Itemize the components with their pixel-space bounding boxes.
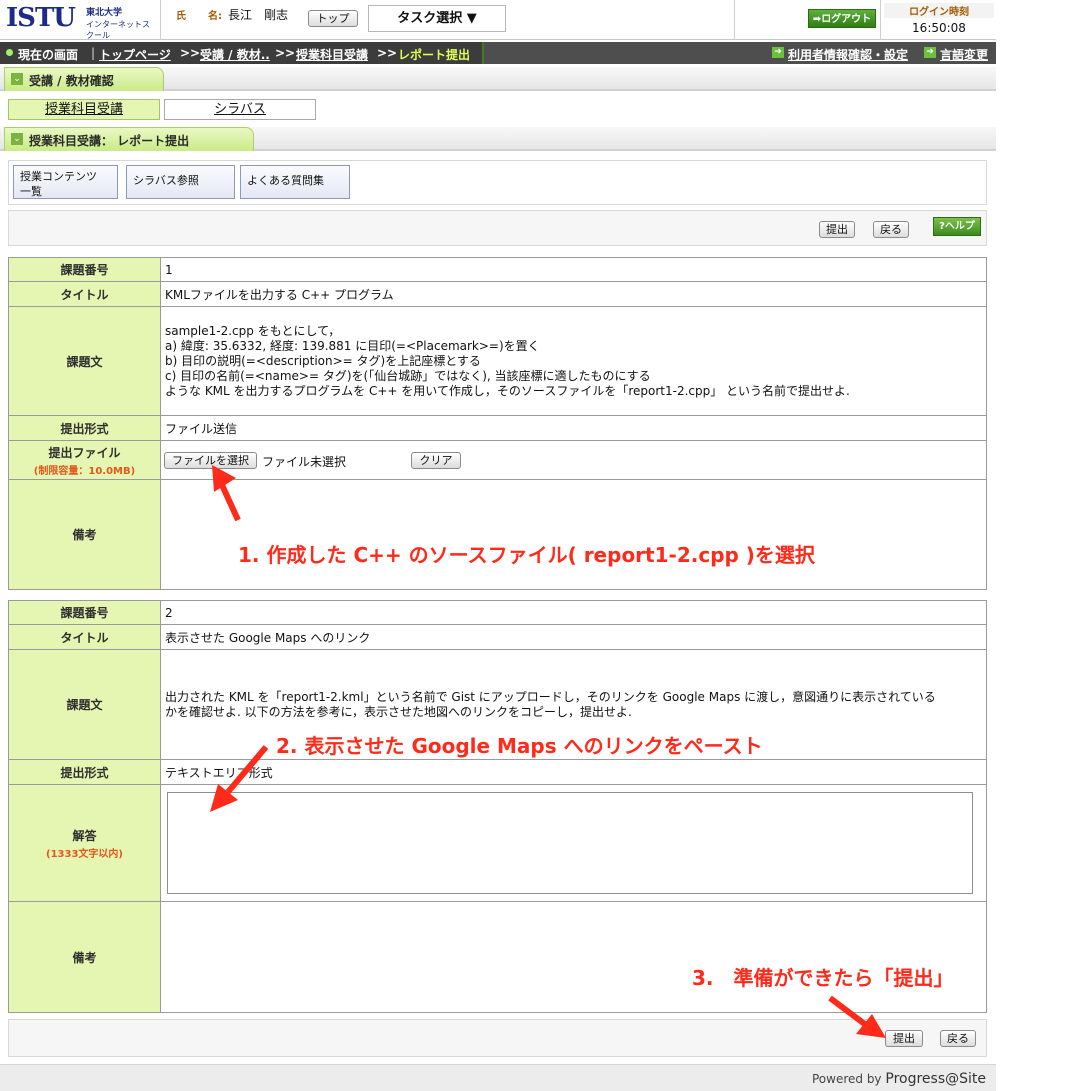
arrow-2-shaft <box>225 745 269 794</box>
powered-by-label: Powered by <box>811 1072 882 1086</box>
arrow-1-shaft <box>219 483 241 522</box>
powered-by: Powered by Progress@Site <box>812 1071 986 1087</box>
footer: Powered by Progress@Site <box>0 1064 996 1091</box>
arrow-3-shaft <box>828 995 868 1028</box>
progress-site-logo[interactable]: Progress@Site <box>885 1071 986 1087</box>
annotation-arrows <box>210 465 886 1038</box>
